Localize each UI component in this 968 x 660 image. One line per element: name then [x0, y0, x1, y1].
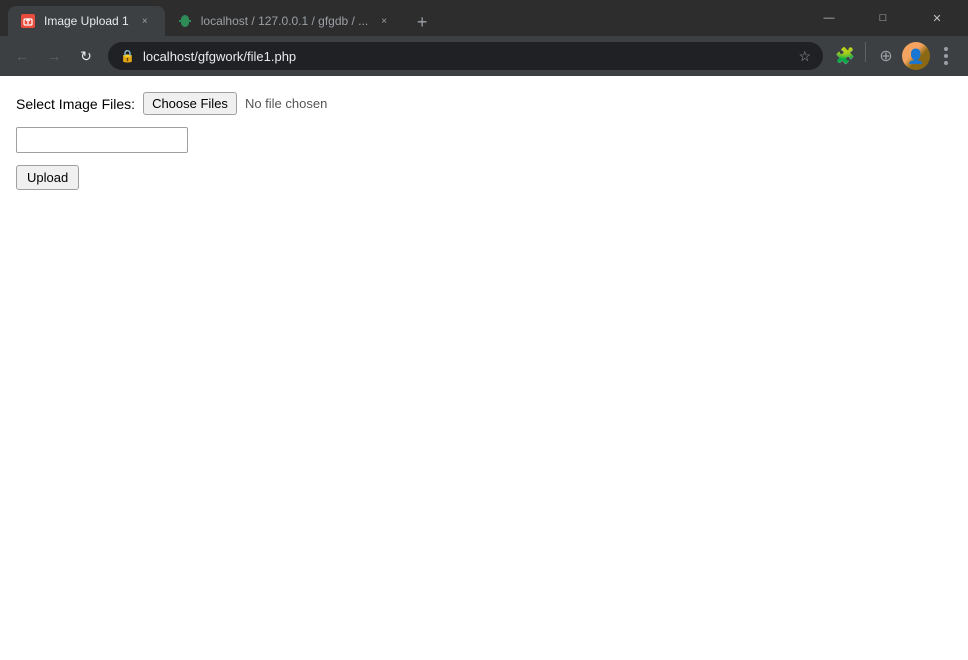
- refresh-button[interactable]: ↻: [72, 42, 100, 70]
- avatar-image: 👤: [902, 42, 930, 70]
- tab-list: Image Upload 1 × localhost / 127.0.0.1 /…: [8, 0, 802, 36]
- new-tab-button[interactable]: +: [408, 8, 436, 36]
- url-text: localhost/gfgwork/file1.php: [143, 49, 790, 64]
- upload-row: Upload: [16, 165, 952, 190]
- menu-dot-1: [944, 47, 948, 51]
- forward-button[interactable]: →: [40, 42, 68, 70]
- tab-favicon-1: [20, 13, 36, 29]
- image-upload-favicon: [21, 14, 35, 28]
- choose-files-button[interactable]: Choose Files: [143, 92, 237, 115]
- minimize-button[interactable]: —: [806, 3, 852, 33]
- shield-button[interactable]: ⊕: [872, 42, 900, 70]
- window-controls: — □ ✕: [806, 3, 960, 33]
- tab-image-upload[interactable]: Image Upload 1 ×: [8, 6, 165, 36]
- tab-gfgdb[interactable]: localhost / 127.0.0.1 / gfgdb / ... ×: [165, 6, 404, 36]
- bookmark-icon[interactable]: ☆: [798, 48, 811, 65]
- maximize-button[interactable]: □: [860, 3, 906, 33]
- lock-icon: 🔒: [120, 49, 135, 63]
- select-files-label: Select Image Files:: [16, 96, 135, 112]
- no-file-chosen-text: No file chosen: [245, 96, 327, 111]
- tab2-close[interactable]: ×: [376, 13, 392, 29]
- title-bar: Image Upload 1 × localhost / 127.0.0.1 /…: [0, 0, 968, 36]
- tab-favicon-2: [177, 13, 193, 29]
- nav-bar: ← → ↻ 🔒 localhost/gfgwork/file1.php ☆ 🧩 …: [0, 36, 968, 76]
- back-button[interactable]: ←: [8, 42, 36, 70]
- gfg-favicon: [178, 14, 192, 28]
- file-input-wrapper: Choose Files No file chosen: [143, 92, 327, 115]
- extensions-button[interactable]: 🧩: [831, 42, 859, 70]
- text-input-field[interactable]: [16, 127, 188, 153]
- page-content: Select Image Files: Choose Files No file…: [0, 76, 968, 660]
- file-input-row: Select Image Files: Choose Files No file…: [16, 92, 952, 115]
- address-bar[interactable]: 🔒 localhost/gfgwork/file1.php ☆: [108, 42, 823, 70]
- menu-dot-2: [944, 54, 948, 58]
- menu-button[interactable]: [932, 42, 960, 70]
- tab1-title: Image Upload 1: [44, 14, 129, 28]
- tab2-title: localhost / 127.0.0.1 / gfgdb / ...: [201, 14, 368, 28]
- nav-separator: [865, 42, 866, 62]
- nav-actions: 🧩 ⊕ 👤: [831, 42, 960, 70]
- close-button[interactable]: ✕: [914, 3, 960, 33]
- browser-window: Image Upload 1 × localhost / 127.0.0.1 /…: [0, 0, 968, 660]
- upload-button[interactable]: Upload: [16, 165, 79, 190]
- tab1-close[interactable]: ×: [137, 13, 153, 29]
- menu-dot-3: [944, 61, 948, 65]
- profile-avatar[interactable]: 👤: [902, 42, 930, 70]
